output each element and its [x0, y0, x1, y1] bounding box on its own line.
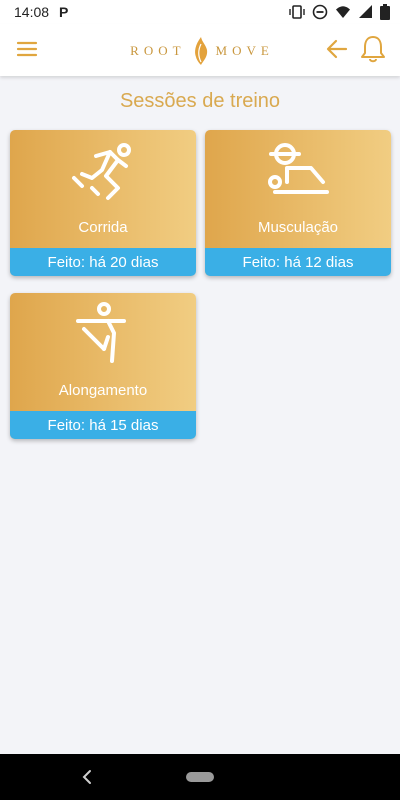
app-bar: ROOT MOVE — [0, 24, 400, 76]
running-icon — [72, 143, 131, 200]
page-title: Sessões de treino — [119, 90, 281, 112]
wifi-icon — [336, 6, 350, 18]
status-time: 14:08 — [14, 4, 50, 20]
session-label: Musculação — [257, 219, 339, 236]
system-nav-bar — [0, 754, 400, 800]
stretching-icon — [76, 302, 126, 363]
vibrate-icon — [289, 5, 305, 19]
back-arrow-icon[interactable] — [324, 36, 350, 62]
do-not-disturb-icon — [312, 4, 328, 20]
session-label: Corrida — [78, 219, 128, 236]
root-move-logo: ROOT MOVE — [128, 36, 276, 66]
session-label: Alongamento — [58, 382, 148, 399]
status-icons — [289, 4, 390, 20]
session-card-musculacao[interactable]: Musculação Feito: há 12 dias — [205, 130, 391, 276]
weightlifting-icon — [268, 143, 329, 194]
parking-notification-icon: P — [59, 4, 69, 20]
battery-icon — [380, 4, 390, 20]
home-pill[interactable] — [186, 772, 214, 782]
logo-text-right: MOVE — [215, 43, 274, 58]
signal-icon — [359, 5, 372, 18]
session-status: Feito: há 20 dias — [10, 248, 196, 276]
session-card-corrida[interactable]: Corrida Feito: há 20 dias — [10, 130, 196, 276]
status-bar: 14:08 P — [0, 0, 400, 24]
session-status: Feito: há 15 dias — [10, 411, 196, 439]
flame-icon — [194, 37, 207, 65]
menu-icon[interactable] — [16, 38, 38, 60]
logo-text-left: ROOT — [130, 43, 186, 58]
bell-icon[interactable] — [360, 34, 386, 64]
nav-back-icon[interactable] — [80, 768, 94, 786]
session-card-alongamento[interactable]: Alongamento Feito: há 15 dias — [10, 293, 196, 439]
session-status: Feito: há 12 dias — [205, 248, 391, 276]
